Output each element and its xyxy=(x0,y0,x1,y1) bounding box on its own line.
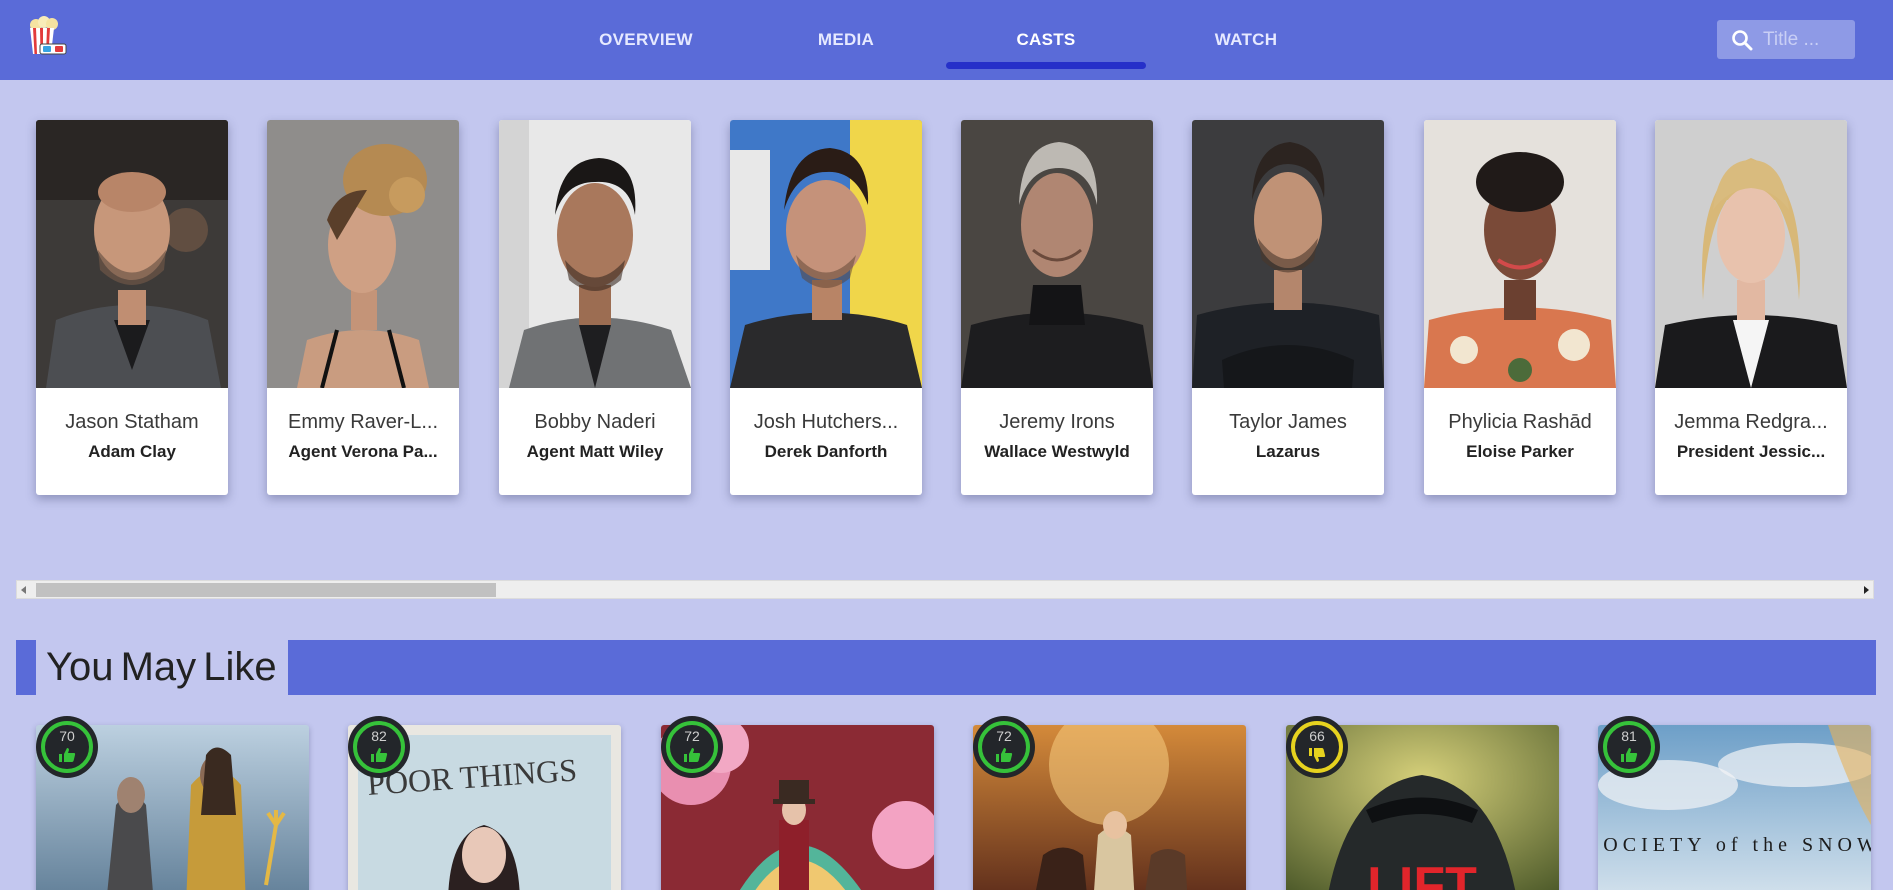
rating-score: 66 xyxy=(1309,728,1325,744)
rating-badge: 70 xyxy=(36,716,98,778)
cast-card[interactable]: Emmy Raver-L... Agent Verona Pa... xyxy=(267,120,459,495)
cast-photo xyxy=(1424,120,1616,388)
cast-actor-name: Jason Statham xyxy=(65,411,199,433)
cast-card[interactable]: Jeremy Irons Wallace Westwyld xyxy=(961,120,1153,495)
poster-title: LIFT xyxy=(1367,857,1477,890)
section-title: You May Like xyxy=(36,640,288,695)
cast-card[interactable]: Jason Statham Adam Clay xyxy=(36,120,228,495)
cast-character-name: Derek Danforth xyxy=(764,442,888,461)
cast-photo xyxy=(499,120,691,388)
cast-character-name: Agent Verona Pa... xyxy=(288,442,438,461)
cast-photo xyxy=(961,120,1153,388)
cast-actor-name: Taylor James xyxy=(1229,411,1347,433)
cast-card[interactable]: Bobby Naderi Agent Matt Wiley xyxy=(499,120,691,495)
rating-score: 82 xyxy=(371,728,387,744)
horizontal-scrollbar[interactable] xyxy=(16,580,1874,599)
rating-badge: 81 xyxy=(1598,716,1660,778)
search-input[interactable] xyxy=(1763,28,1843,51)
cast-card[interactable]: Taylor James Lazarus xyxy=(1192,120,1384,495)
top-navigation-bar: OVERVIEW MEDIA CASTS WATCH xyxy=(0,0,1893,80)
rating-score: 70 xyxy=(59,728,75,744)
cast-photo xyxy=(730,120,922,388)
thumbs-up-icon xyxy=(996,748,1013,762)
cast-actor-name: Jeremy Irons xyxy=(999,411,1115,433)
cast-character-name: Eloise Parker xyxy=(1466,442,1574,461)
cast-actor-name: Phylicia Rashād xyxy=(1448,411,1592,433)
cast-card[interactable]: Phylicia Rashād Eloise Parker xyxy=(1424,120,1616,495)
cast-character-name: Adam Clay xyxy=(88,442,176,461)
rating-score: 81 xyxy=(1621,728,1637,744)
rating-badge: 82 xyxy=(348,716,410,778)
cast-actor-name: Josh Hutchers... xyxy=(753,411,899,433)
cast-character-name: Lazarus xyxy=(1255,442,1321,461)
cast-actor-name: Bobby Naderi xyxy=(534,411,656,433)
rating-badge: 72 xyxy=(973,716,1035,778)
cast-character-name: Agent Matt Wiley xyxy=(526,442,664,461)
cast-actor-name: Jemma Redgra... xyxy=(1674,411,1828,433)
cast-actor-name: Emmy Raver-L... xyxy=(287,411,439,433)
thumbs-down-icon xyxy=(1309,748,1326,762)
scroll-right-arrow-icon[interactable] xyxy=(1864,586,1869,594)
rating-badge: 66 xyxy=(1286,716,1348,778)
thumbs-up-icon xyxy=(59,748,76,762)
rating-badge: 72 xyxy=(661,716,723,778)
thumbs-up-icon xyxy=(371,748,388,762)
thumbs-up-icon xyxy=(684,748,701,762)
tab-watch[interactable]: WATCH xyxy=(1146,0,1346,80)
poster-title: SOCIETY of the SNOW xyxy=(1598,834,1871,856)
rating-score: 72 xyxy=(684,728,700,744)
section-header-bar xyxy=(16,640,1876,695)
popcorn-icon[interactable] xyxy=(26,16,70,60)
search-box[interactable] xyxy=(1717,20,1855,59)
thumbs-up-icon xyxy=(1621,748,1638,762)
cast-photo xyxy=(36,120,228,388)
cast-character-name: Wallace Westwyld xyxy=(984,442,1130,461)
active-tab-indicator xyxy=(946,62,1146,69)
search-icon xyxy=(1732,29,1753,50)
scroll-left-arrow-icon[interactable] xyxy=(21,586,26,594)
scrollbar-thumb[interactable] xyxy=(36,583,496,597)
cast-card[interactable]: Jemma Redgra... President Jessic... xyxy=(1655,120,1847,495)
tab-overview[interactable]: OVERVIEW xyxy=(546,0,746,80)
tab-media[interactable]: MEDIA xyxy=(746,0,946,80)
cast-photo xyxy=(267,120,459,388)
cast-photo xyxy=(1655,120,1847,388)
cast-card[interactable]: Josh Hutchers... Derek Danforth xyxy=(730,120,922,495)
cast-character-name: President Jessic... xyxy=(1676,442,1826,461)
rating-score: 72 xyxy=(996,728,1012,744)
cast-photo xyxy=(1192,120,1384,388)
